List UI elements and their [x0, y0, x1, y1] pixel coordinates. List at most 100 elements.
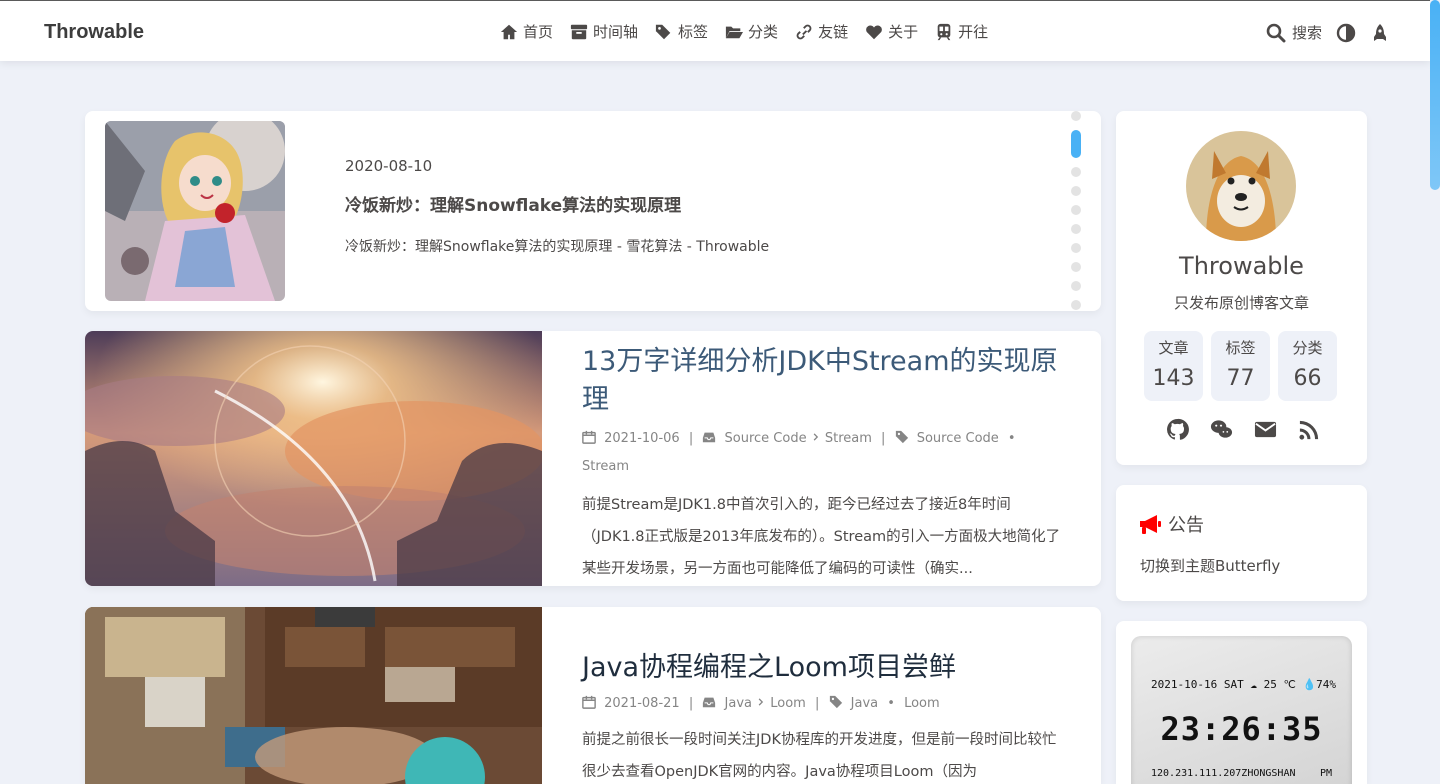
dark-mode-toggle-icon[interactable] — [1336, 23, 1356, 43]
nav-item-categories[interactable]: 分类 — [725, 21, 778, 42]
tag-icon — [829, 695, 842, 709]
author-stats: 文章 143 标签 77 分类 66 — [1144, 331, 1337, 401]
humidity-drop-icon: 💧 — [1302, 678, 1317, 691]
post-meta: 2021-08-21 | Java Loom | Java • Loom — [582, 690, 1063, 718]
swiper-dot[interactable] — [1071, 224, 1081, 234]
clock-humidity: 74% — [1316, 678, 1337, 691]
nav-item-label: 友链 — [818, 23, 849, 41]
stat-categories[interactable]: 分类 66 — [1278, 331, 1337, 401]
inbox-icon — [703, 697, 716, 708]
featured-swiper[interactable]: 2020-08-10 冷饭新炒：理解Snowflake算法的实现原理 冷饭新炒：… — [85, 111, 1101, 311]
clock-footer: 120.231.111.207ZHONGSHAN PM — [1151, 768, 1332, 779]
post-title[interactable]: 13万字详细分析JDK中Stream的实现原理 — [582, 343, 1063, 419]
meta-dot: • — [1007, 431, 1016, 446]
nav-item-label: 标签 — [678, 23, 709, 41]
avatar[interactable] — [1186, 131, 1296, 241]
author-description: 只发布原创博客文章 — [1173, 294, 1309, 312]
post-title[interactable]: Java协程编程之Loom项目尝鲜 — [582, 649, 1063, 687]
stat-label: 标签 — [1225, 339, 1256, 357]
stat-label: 分类 — [1292, 339, 1323, 357]
tag-icon — [895, 430, 908, 444]
nav-item-about[interactable]: 关于 — [865, 21, 918, 42]
swiper-dot[interactable] — [1071, 205, 1081, 215]
clock-date: 2021-10-16 SAT — [1151, 678, 1244, 691]
link-icon — [796, 24, 812, 39]
swiper-dot[interactable] — [1071, 167, 1081, 177]
page-scrollbar[interactable] — [1430, 0, 1440, 784]
swiper-dot[interactable] — [1071, 111, 1081, 121]
nav-right-tools: 搜索 — [1266, 22, 1390, 43]
stat-value: 77 — [1226, 366, 1255, 391]
category-link[interactable]: Java — [725, 696, 752, 711]
wechat-icon[interactable] — [1210, 418, 1233, 441]
meta-separator: | — [688, 431, 694, 446]
tag-link[interactable]: Stream — [582, 459, 629, 474]
announcement-card: 公告 切换到主题Butterfly — [1116, 485, 1367, 601]
category-link[interactable]: Stream — [825, 431, 872, 446]
nav-item-label: 时间轴 — [593, 23, 639, 41]
clock-widget-card: 2021-10-16 SAT ☁ 25 ℃ 💧74% 23:26:35 120.… — [1116, 621, 1367, 784]
tag-link[interactable]: Source Code — [917, 431, 999, 446]
folder-open-icon — [725, 26, 744, 38]
author-name: Throwable — [1179, 252, 1304, 280]
tag-link[interactable]: Loom — [904, 696, 940, 711]
featured-cover-image[interactable] — [105, 121, 285, 301]
tag-link[interactable]: Java — [851, 696, 878, 711]
post-excerpt: 前提Stream是JDK1.8中首次引入的，距今已经过去了接近8年时间（JDK1… — [582, 497, 1061, 577]
subway-icon — [937, 23, 951, 40]
home-icon — [500, 24, 518, 39]
nav-item-home[interactable]: 首页 — [500, 21, 553, 42]
clock-status-line: 2021-10-16 SAT ☁ 25 ℃ 💧74% — [1151, 678, 1336, 691]
post-cover-image[interactable] — [85, 607, 542, 784]
inbox-icon — [703, 432, 716, 443]
scrollbar-thumb[interactable] — [1430, 0, 1440, 190]
post-info: 13万字详细分析JDK中Stream的实现原理 2021-10-06 | Sou… — [582, 343, 1063, 585]
category-link[interactable]: Loom — [770, 696, 806, 711]
meta-separator: | — [688, 696, 694, 711]
nav-item-links[interactable]: 友链 — [795, 21, 848, 42]
clock-ip-location: 120.231.111.207ZHONGSHAN — [1151, 768, 1296, 779]
announcement-content: 切换到主题Butterfly — [1140, 557, 1281, 575]
swiper-dot[interactable] — [1071, 281, 1081, 291]
nav-item-tags[interactable]: 标签 — [655, 21, 708, 42]
nav-menu: 首页 时间轴 标签 分类 友链 关于 开往 — [500, 21, 988, 42]
swiper-dot[interactable] — [1071, 130, 1081, 158]
tags-icon — [655, 24, 671, 39]
featured-title[interactable]: 冷饭新炒：理解Snowflake算法的实现原理 — [345, 191, 681, 216]
stat-tags[interactable]: 标签 77 — [1211, 331, 1270, 401]
search-button[interactable]: 搜索 — [1266, 22, 1322, 43]
category-link[interactable]: Source Code — [725, 431, 807, 446]
github-icon[interactable] — [1166, 418, 1189, 441]
clock-ampm: PM — [1319, 768, 1332, 779]
announcement-title: 公告 — [1168, 515, 1204, 536]
announcement-header: 公告 — [1138, 511, 1204, 537]
lcd-clock: 2021-10-16 SAT ☁ 25 ℃ 💧74% 23:26:35 120.… — [1131, 636, 1352, 784]
post-card: Java协程编程之Loom项目尝鲜 2021-08-21 | Java Loom… — [85, 607, 1101, 784]
site-brand[interactable]: Throwable — [44, 21, 144, 44]
author-card: Throwable 只发布原创博客文章 文章 143 标签 77 分类 66 — [1116, 111, 1367, 465]
swiper-dot[interactable] — [1071, 262, 1081, 272]
calendar-icon — [582, 430, 596, 444]
swiper-dot[interactable] — [1071, 186, 1081, 196]
post-info: Java协程编程之Loom项目尝鲜 2021-08-21 | Java Loom… — [582, 649, 1063, 784]
clock-time: 23:26:35 — [1160, 710, 1323, 748]
rocket-icon[interactable] — [1370, 23, 1390, 43]
nav-item-travelling[interactable]: 开往 — [935, 21, 988, 42]
swiper-dot[interactable] — [1071, 243, 1081, 253]
meta-dot: • — [887, 696, 895, 711]
rss-icon[interactable] — [1298, 418, 1321, 441]
stat-articles[interactable]: 文章 143 — [1144, 331, 1203, 401]
nav-item-label: 分类 — [748, 23, 779, 41]
meta-separator: | — [815, 696, 820, 711]
meta-separator: | — [881, 431, 886, 446]
envelope-icon[interactable] — [1254, 418, 1277, 441]
nav-item-label: 首页 — [523, 23, 554, 41]
post-cover-image[interactable] — [85, 331, 542, 586]
calendar-icon — [582, 695, 596, 709]
post-card: 13万字详细分析JDK中Stream的实现原理 2021-10-06 | Sou… — [85, 331, 1101, 586]
swiper-dot[interactable] — [1071, 300, 1081, 310]
featured-description: 冷饭新炒：理解Snowflake算法的实现原理 - 雪花算法 - Throwab… — [345, 239, 770, 255]
chevron-right-icon — [813, 433, 818, 441]
heart-icon — [866, 25, 882, 39]
nav-item-timeline[interactable]: 时间轴 — [570, 21, 638, 42]
